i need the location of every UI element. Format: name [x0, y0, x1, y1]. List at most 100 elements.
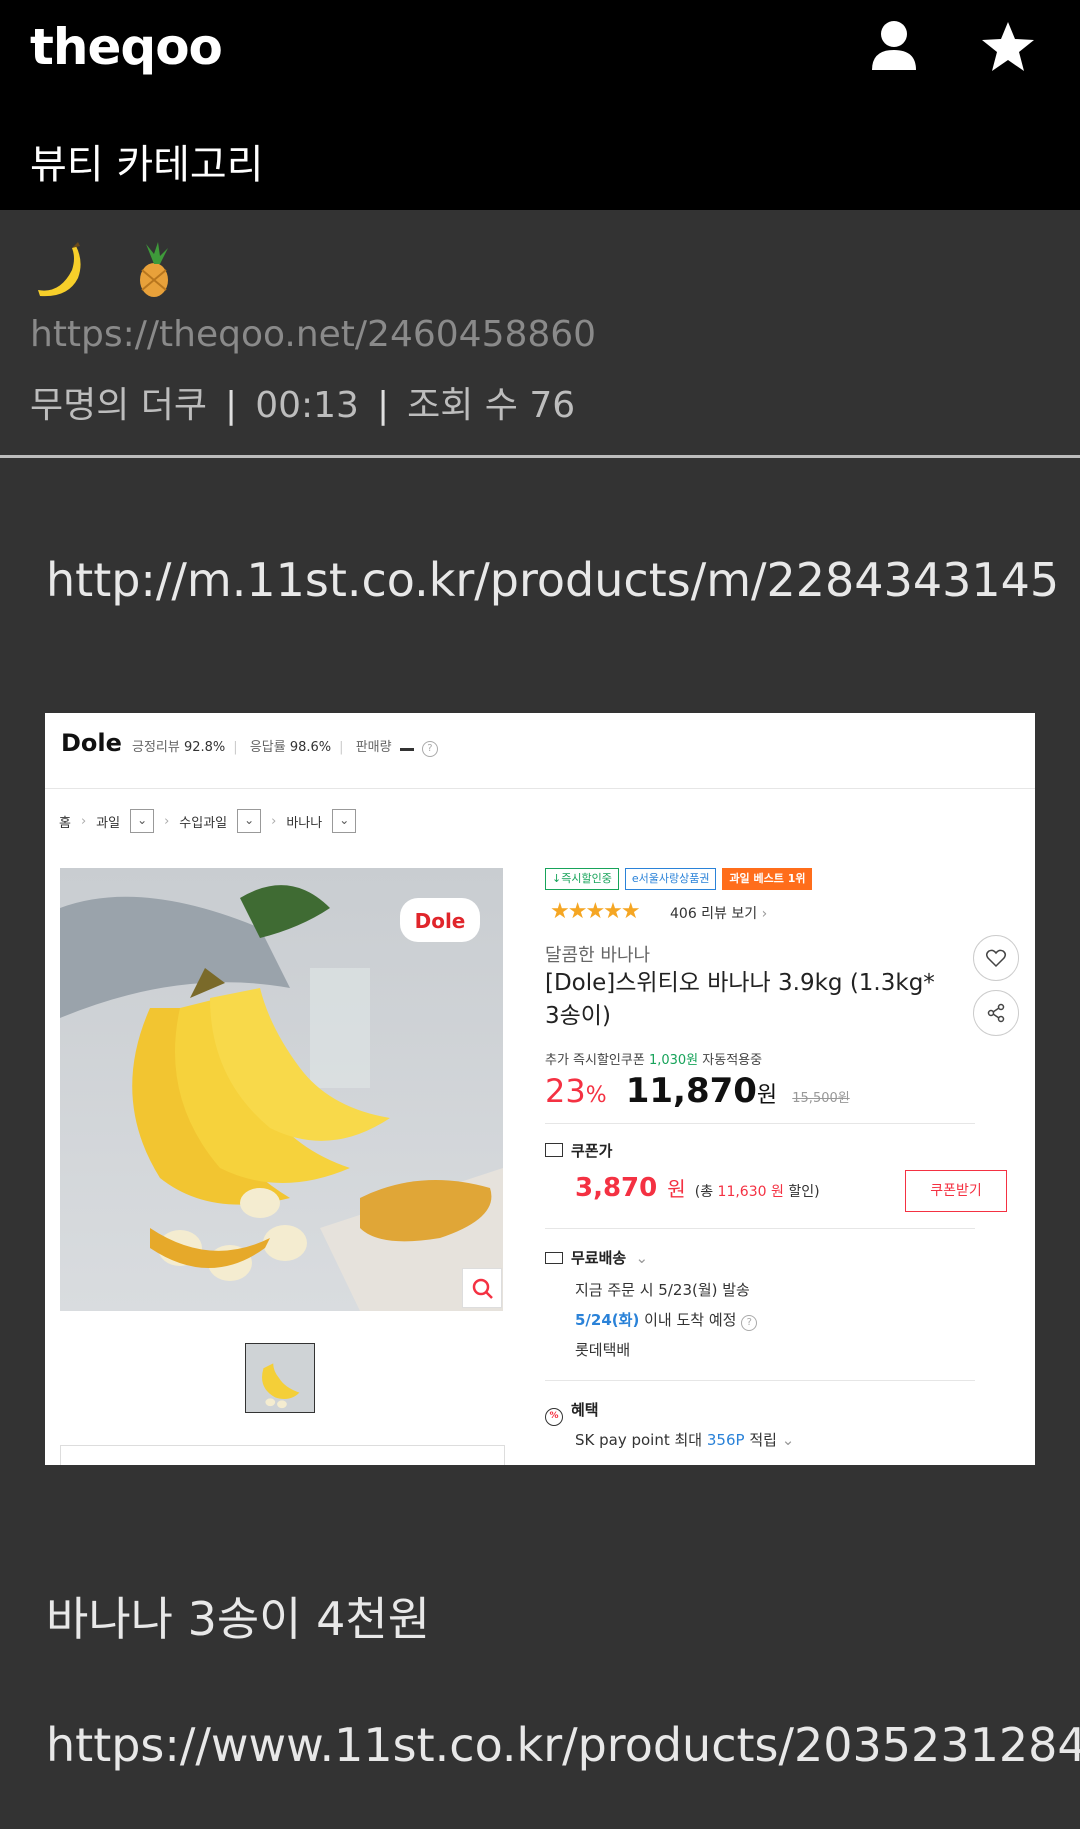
- benefit-section: % 혜택: [545, 1399, 599, 1426]
- user-icon[interactable]: [870, 20, 918, 72]
- stat-value: 98.6%: [289, 740, 332, 755]
- product-subtitle: 달콤한 바나나: [545, 945, 651, 966]
- get-coupon-button[interactable]: 쿠폰받기: [905, 1170, 1007, 1212]
- arrival-date-text: 이내 도착 예정: [644, 1311, 737, 1329]
- divider: [545, 1123, 975, 1124]
- coupon-note-amount: 1,030원: [648, 1053, 699, 1068]
- breadcrumb-home[interactable]: 홈: [59, 812, 71, 831]
- coupon-icon: [545, 1143, 563, 1157]
- site-logo[interactable]: theqoo: [30, 18, 223, 76]
- chevron-down-icon[interactable]: ⌄: [130, 809, 155, 833]
- price-row: 23% 11,870원 15,500원: [545, 1071, 850, 1111]
- divider: [545, 1228, 975, 1229]
- chevron-right-icon: ›: [271, 813, 277, 829]
- zoom-button[interactable]: [462, 1268, 502, 1308]
- product-thumbnail[interactable]: [245, 1343, 315, 1413]
- coupon-note: 추가 즉시할인쿠폰 1,030원 자동적용중: [545, 1049, 762, 1068]
- benefit-points-amount: 356P: [706, 1431, 745, 1449]
- badge-group: ↓즉시할인중 e서울사랑상품권 과일 베스트 1위: [545, 868, 813, 890]
- post-time: 00:13: [255, 385, 359, 426]
- post-title: 🍌 🍍: [32, 240, 172, 300]
- arrival-date: 5/24(화) 이내 도착 예정 ?: [575, 1309, 758, 1331]
- benefit-points-label: 적립: [749, 1431, 777, 1449]
- chevron-right-icon: ›: [164, 813, 170, 829]
- chevron-down-icon[interactable]: ⌄: [332, 809, 357, 833]
- coupon-price: 3,870 원 (총 11,630 원 할인): [575, 1173, 820, 1203]
- coupon-discount-detail: (총 11,630 원 할인): [695, 1184, 820, 1200]
- help-icon[interactable]: ?: [421, 741, 438, 757]
- search-icon: [472, 1278, 493, 1299]
- benefit-points[interactable]: SK pay point 최대 356P 적립 ⌄: [575, 1429, 794, 1450]
- breadcrumb-item[interactable]: 과일: [96, 812, 120, 831]
- stat-label: 판매량: [355, 740, 392, 755]
- breadcrumb-item[interactable]: 수입과일: [179, 812, 227, 831]
- chevron-down-icon[interactable]: ⌄: [237, 809, 262, 833]
- chevron-right-icon: ›: [80, 813, 87, 829]
- ship-date: 지금 주문 시 5/23(월) 발송: [575, 1281, 750, 1299]
- coupon-note-status: 자동적용중: [702, 1053, 763, 1068]
- discount-rate: 23%: [545, 1072, 607, 1110]
- shipping-section[interactable]: 무료배송 ⌄: [545, 1247, 648, 1268]
- product-image[interactable]: Dole: [60, 868, 503, 1311]
- product-link-1[interactable]: http://m.11st.co.kr/products/m/228434314…: [46, 553, 1059, 607]
- price-unit: 원: [756, 1083, 778, 1108]
- stat-value: 92.8%: [183, 740, 226, 755]
- divider: [545, 1380, 975, 1381]
- rating-stars: ★★★★★: [550, 899, 641, 924]
- seller-stats: 긍정리뷰 92.8% | 응답률 98.6% | 판매량 ?: [132, 736, 438, 757]
- original-price: 15,500원: [792, 1091, 850, 1106]
- coupon-section-title: 쿠폰가: [571, 1142, 613, 1160]
- breadcrumb: 홈 › 과일 ⌄ › 수입과일 ⌄ › 바나나 ⌄: [59, 809, 357, 833]
- post-meta: 무명의 더쿠 | 00:13 | 조회 수 76: [30, 376, 575, 428]
- author-name: 무명의 더쿠: [30, 385, 208, 426]
- post-url[interactable]: https://theqoo.net/2460458860: [30, 314, 596, 355]
- coupon-price-value: 3,870: [575, 1173, 658, 1203]
- coupon-detail-pre: (총: [694, 1184, 714, 1200]
- post-header: 🍌 🍍 https://theqoo.net/2460458860 무명의 더쿠…: [0, 210, 1080, 458]
- banana-pineapple-icon: [38, 242, 168, 297]
- chevron-down-icon: ⌄: [781, 1431, 795, 1449]
- wishlist-button[interactable]: [973, 935, 1019, 981]
- top-bar: theqoo 뷰티 카테고리: [0, 0, 1080, 210]
- shipping-title: 무료배송: [571, 1249, 627, 1267]
- category-title[interactable]: 뷰티 카테고리: [30, 132, 264, 190]
- product-title: [Dole]스위티오 바나나 3.9kg (1.3kg* 3송이): [545, 970, 935, 1029]
- chevron-down-icon: ⌄: [635, 1249, 649, 1267]
- voucher-badge: e서울사랑상품권: [624, 868, 717, 890]
- product-link-2[interactable]: https://www.11st.co.kr/products/20352312…: [46, 1718, 1080, 1772]
- discount-value: 23: [545, 1072, 586, 1110]
- help-icon[interactable]: ?: [741, 1315, 758, 1331]
- heart-icon: [985, 949, 1007, 968]
- percent-icon: %: [545, 1408, 563, 1426]
- breadcrumb-item[interactable]: 바나나: [286, 812, 322, 831]
- divider: |: [225, 385, 238, 426]
- coupon-price-unit: 원: [667, 1177, 686, 1201]
- view-count: 조회 수 76: [407, 385, 576, 426]
- stat-label: 응답률: [249, 740, 286, 755]
- review-count: 406 리뷰 보기: [670, 906, 758, 922]
- chevron-right-icon: ›: [761, 906, 768, 922]
- courier-name: 롯데택배: [575, 1341, 631, 1359]
- share-button[interactable]: [973, 990, 1019, 1036]
- review-link[interactable]: 406 리뷰 보기 ›: [670, 903, 767, 923]
- divider: |: [376, 385, 390, 426]
- arrival-date-value: 5/24(화): [575, 1311, 640, 1329]
- benefit-points-text: SK pay point 최대: [575, 1431, 703, 1449]
- divider: [45, 788, 1035, 789]
- coupon-detail-post: 할인): [788, 1184, 820, 1200]
- star-icon[interactable]: [980, 20, 1036, 74]
- coupon-note-text: 추가 즉시할인쿠폰: [545, 1053, 645, 1068]
- post-text: 바나나 3송이 4천원: [46, 1592, 431, 1646]
- benefit-title: 혜택: [571, 1401, 599, 1419]
- signal-icon: [399, 743, 414, 751]
- coupon-detail-amount: 11,630 원: [717, 1184, 784, 1200]
- image-strip: [60, 1445, 505, 1465]
- brand-name: Dole: [61, 729, 122, 757]
- discount-unit: %: [585, 1083, 607, 1108]
- stat-label: 긍정리뷰: [132, 740, 180, 755]
- instant-discount-badge: ↓즉시할인중: [545, 868, 619, 890]
- share-icon: [987, 1003, 1005, 1023]
- svg-text:Dole: Dole: [415, 909, 466, 933]
- product-screenshot: Dole 긍정리뷰 92.8% | 응답률 98.6% | 판매량 ? 홈 › 과일…: [45, 713, 1035, 1465]
- best-badge: 과일 베스트 1위: [722, 868, 813, 890]
